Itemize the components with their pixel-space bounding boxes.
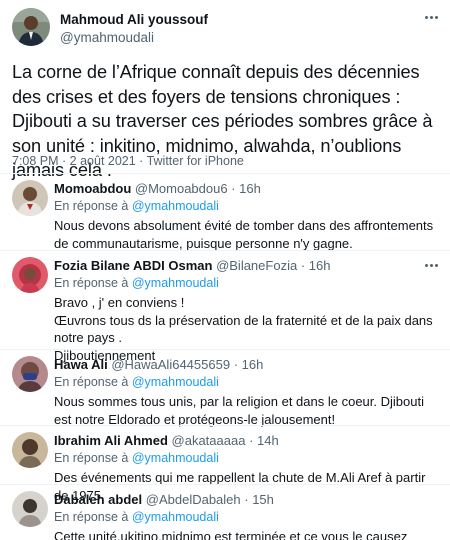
reply-author-name[interactable]: Hawa Ali — [54, 357, 108, 372]
reply-text: Nous sommes tous unis, par la religion e… — [54, 394, 424, 427]
reply-context: En réponse à @ymahmoudali — [54, 510, 219, 524]
reply-context-prefix: En réponse à — [54, 375, 132, 389]
reply-author-name[interactable]: Fozia Bilane ABDI Osman — [54, 258, 212, 273]
reply-avatar[interactable] — [12, 257, 48, 293]
reply-author-handle[interactable]: @BilaneFozia — [216, 258, 297, 273]
reply-author-name[interactable]: Momoabdou — [54, 181, 131, 196]
reply-text: Nous devons absolument évité de tomber d… — [54, 218, 434, 251]
reply-mention-link[interactable]: @ymahmoudali — [132, 276, 219, 290]
reply-author-handle[interactable]: @Momoabdou6 — [135, 181, 228, 196]
more-horizontal-icon[interactable] — [422, 260, 440, 270]
reply-mention-link[interactable]: @ymahmoudali — [132, 375, 219, 389]
reply-author-handle[interactable]: @HawaAli64455659 — [111, 357, 230, 372]
reply-mention-link[interactable]: @ymahmoudali — [132, 199, 219, 213]
tweet-thread-page: Mahmoud Ali youssouf @ymahmoudali La cor… — [0, 0, 450, 540]
reply-author-name[interactable]: Ibrahim Ali Ahmed — [54, 433, 168, 448]
reply-avatar[interactable] — [12, 356, 48, 392]
reply-time[interactable]: · 15h — [244, 492, 274, 507]
more-horizontal-icon[interactable] — [422, 12, 440, 22]
reply-context: En réponse à @ymahmoudali — [54, 276, 219, 290]
reply-header: Fozia Bilane ABDI Osman @BilaneFozia · 1… — [54, 258, 330, 273]
reply-time[interactable]: · 16h — [231, 181, 261, 196]
reply-header: Hawa Ali @HawaAli64455659 · 16h — [54, 357, 263, 372]
reply-item[interactable]: Hawa Ali @HawaAli64455659 · 16h En répon… — [0, 350, 450, 427]
reply-item[interactable]: Dabaleh abdel @AbdelDabaleh · 15h En rép… — [0, 485, 450, 540]
reply-header: Ibrahim Ali Ahmed @akataaaaa · 14h — [54, 433, 279, 448]
reply-time[interactable]: · 16h — [301, 258, 331, 273]
reply-author-handle[interactable]: @akataaaaa — [172, 433, 246, 448]
reply-item[interactable]: Ibrahim Ali Ahmed @akataaaaa · 14h En ré… — [0, 426, 450, 503]
reply-author-name[interactable]: Dabaleh abdel — [54, 492, 142, 507]
reply-time[interactable]: · 16h — [234, 357, 264, 372]
reply-context: En réponse à @ymahmoudali — [54, 375, 219, 389]
reply-time[interactable]: · 14h — [249, 433, 279, 448]
main-author-handle[interactable]: @ymahmoudali — [60, 30, 154, 45]
reply-header: Dabaleh abdel @AbdelDabaleh · 15h — [54, 492, 274, 507]
main-author-avatar[interactable] — [12, 8, 50, 46]
reply-context-prefix: En réponse à — [54, 510, 132, 524]
reply-avatar[interactable] — [12, 180, 48, 216]
reply-item[interactable]: Momoabdou @Momoabdou6 · 16h En réponse à… — [0, 174, 450, 251]
reply-mention-link[interactable]: @ymahmoudali — [132, 510, 219, 524]
reply-context-prefix: En réponse à — [54, 451, 132, 465]
reply-avatar[interactable] — [12, 491, 48, 527]
reply-context: En réponse à @ymahmoudali — [54, 199, 219, 213]
reply-mention-link[interactable]: @ymahmoudali — [132, 451, 219, 465]
reply-author-handle[interactable]: @AbdelDabaleh — [146, 492, 241, 507]
main-tweet-meta[interactable]: 7:08 PM · 2 août 2021 · Twitter for iPho… — [12, 154, 244, 168]
reply-text: Cette unité,ukitino,midnimo est terminée… — [54, 529, 408, 540]
reply-context-prefix: En réponse à — [54, 276, 132, 290]
reply-item[interactable]: Fozia Bilane ABDI Osman @BilaneFozia · 1… — [0, 251, 450, 363]
main-tweet-header: Mahmoud Ali youssouf @ymahmoudali — [12, 8, 440, 48]
reply-header: Momoabdou @Momoabdou6 · 16h — [54, 181, 261, 196]
reply-context-prefix: En réponse à — [54, 199, 132, 213]
main-author-name[interactable]: Mahmoud Ali youssouf — [60, 12, 208, 27]
reply-avatar[interactable] — [12, 432, 48, 468]
reply-context: En réponse à @ymahmoudali — [54, 451, 219, 465]
